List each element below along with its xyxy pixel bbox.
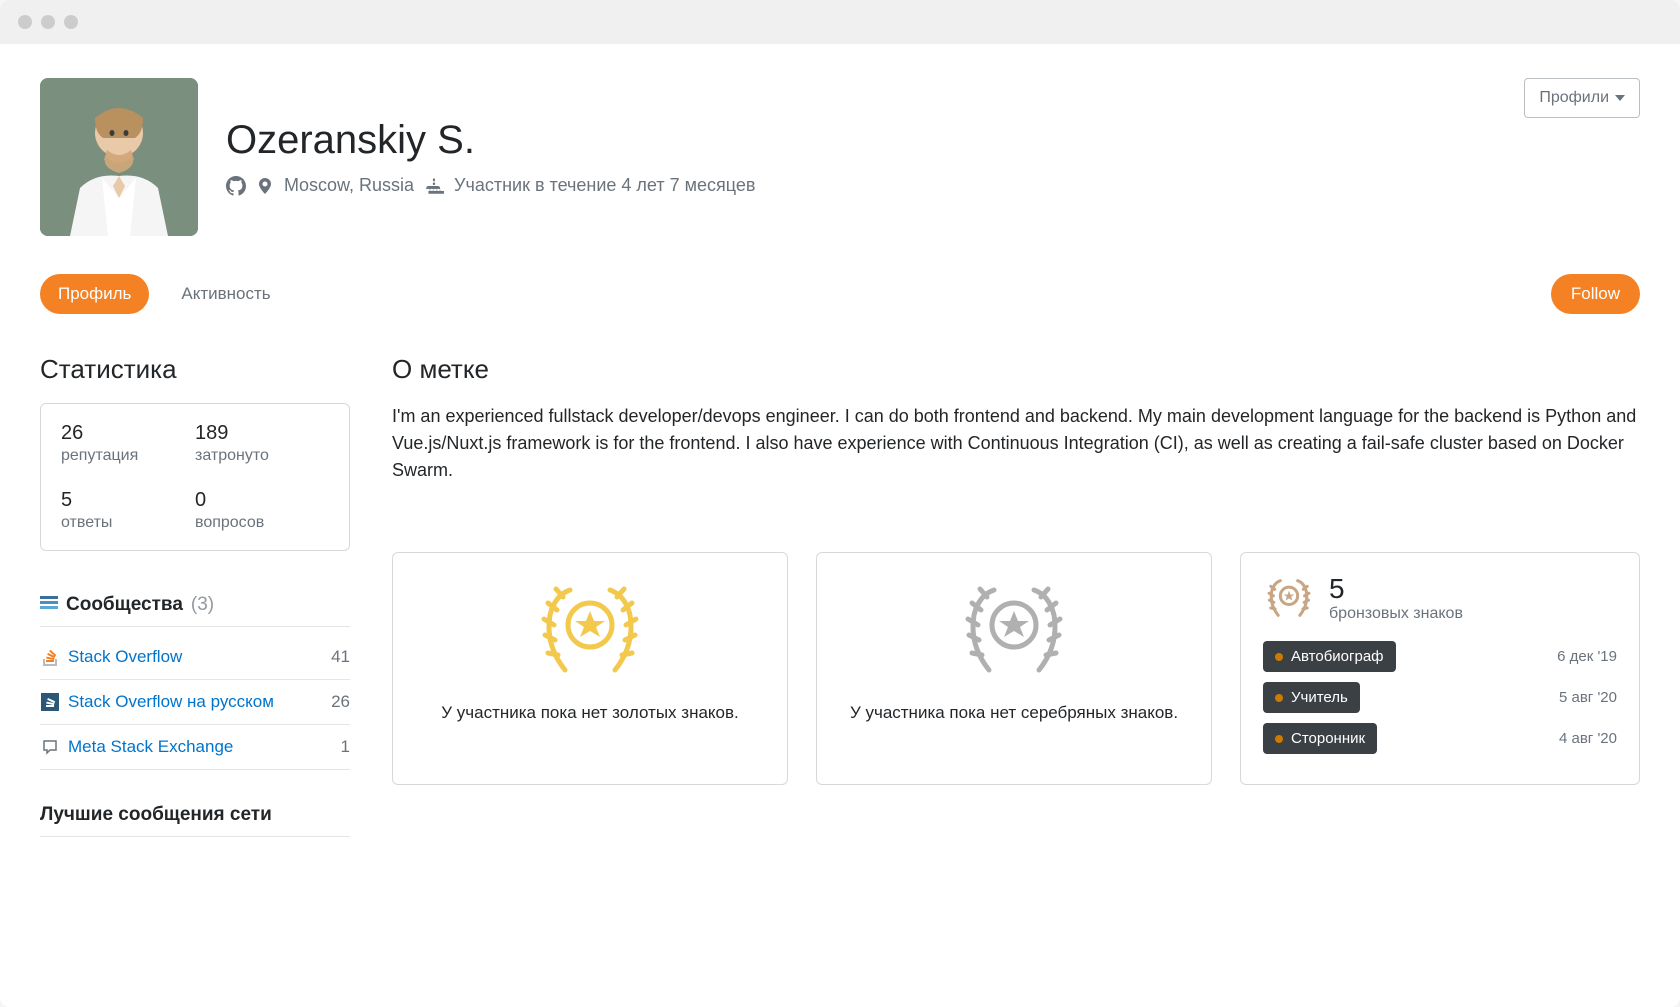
- tab-profile[interactable]: Профиль: [40, 274, 149, 314]
- stack-icon: [40, 593, 58, 616]
- silver-wreath-icon: [954, 575, 1074, 685]
- badge-item[interactable]: Сторонник 4 авг '20: [1263, 723, 1617, 754]
- profiles-dropdown[interactable]: Профили: [1524, 78, 1640, 118]
- meta-se-icon: [40, 737, 60, 757]
- silver-badge-card: У участника пока нет серебряных знаков.: [816, 552, 1212, 785]
- bronze-label: бронзовых знаков: [1329, 605, 1463, 623]
- chevron-down-icon: [1615, 95, 1625, 101]
- stackoverflow-icon: [40, 647, 60, 667]
- about-title: О метке: [392, 354, 1640, 385]
- bronze-dot-icon: [1275, 653, 1283, 661]
- community-item[interactable]: Meta Stack Exchange 1: [40, 725, 350, 770]
- window-close-button[interactable]: [18, 15, 32, 29]
- stat-reached: 189 затронуто: [195, 422, 329, 465]
- cake-icon: [424, 176, 444, 196]
- stat-answers: 5 ответы: [61, 489, 195, 532]
- badge-item[interactable]: Учитель 5 авг '20: [1263, 682, 1617, 713]
- follow-button[interactable]: Follow: [1551, 274, 1640, 314]
- communities-count: (3): [191, 594, 214, 616]
- user-location: Moscow, Russia: [284, 175, 414, 196]
- communities-title: Сообщества: [66, 594, 183, 616]
- github-icon[interactable]: [226, 176, 246, 196]
- stats-title: Статистика: [40, 354, 350, 385]
- stat-questions: 0 вопросов: [195, 489, 329, 532]
- gold-wreath-icon: [530, 575, 650, 685]
- bronze-dot-icon: [1275, 735, 1283, 743]
- window-minimize-button[interactable]: [41, 15, 55, 29]
- gold-badge-text: У участника пока нет золотых знаков.: [441, 701, 739, 725]
- stat-reputation: 26 репутация: [61, 422, 195, 465]
- bronze-wreath-icon: [1263, 574, 1315, 622]
- user-name: Ozeranskiy S.: [226, 118, 755, 163]
- window-maximize-button[interactable]: [64, 15, 78, 29]
- window-titlebar: [0, 0, 1680, 44]
- tab-activity[interactable]: Активность: [163, 274, 288, 314]
- bronze-count: 5: [1329, 573, 1463, 605]
- gold-badge-card: У участника пока нет золотых знаков.: [392, 552, 788, 785]
- community-item[interactable]: Stack Overflow на русском 26: [40, 680, 350, 725]
- community-item[interactable]: Stack Overflow 41: [40, 635, 350, 680]
- stats-box: 26 репутация 189 затронуто 5 ответы 0 во…: [40, 403, 350, 551]
- badge-item[interactable]: Автобиограф 6 дек '19: [1263, 641, 1617, 672]
- location-icon: [256, 176, 274, 196]
- silver-badge-text: У участника пока нет серебряных знаков.: [850, 701, 1178, 725]
- stackoverflow-ru-icon: [40, 692, 60, 712]
- network-posts-title: Лучшие сообщения сети: [40, 804, 350, 837]
- user-membership: Участник в течение 4 лет 7 месяцев: [454, 175, 755, 196]
- bronze-badge-card: 5 бронзовых знаков Автобиограф 6 дек '19…: [1240, 552, 1640, 785]
- user-avatar[interactable]: [40, 78, 198, 236]
- about-text: I'm an experienced fullstack developer/d…: [392, 403, 1640, 484]
- bronze-dot-icon: [1275, 694, 1283, 702]
